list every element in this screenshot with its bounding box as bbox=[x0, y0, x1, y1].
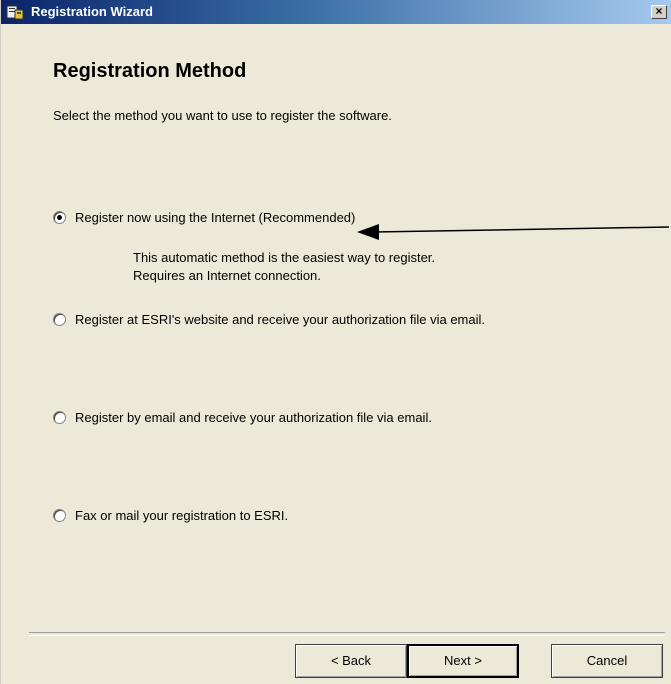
radio-selected-dot bbox=[57, 215, 62, 220]
annotation-arrow bbox=[357, 224, 670, 240]
option-label-register-website[interactable]: Register at ESRI's website and receive y… bbox=[75, 312, 485, 327]
page-heading: Registration Method bbox=[53, 60, 247, 82]
radio-register-internet[interactable] bbox=[53, 211, 66, 224]
radio-fax-mail[interactable] bbox=[53, 509, 66, 522]
title-bar[interactable]: Registration Wizard × bbox=[1, 0, 671, 24]
option-description-line-2: Requires an Internet connection. bbox=[133, 268, 321, 283]
close-button[interactable]: × bbox=[651, 5, 667, 19]
close-icon: × bbox=[655, 4, 663, 18]
next-button[interactable]: Next > bbox=[407, 644, 519, 678]
annotation-arrow-head bbox=[357, 224, 379, 240]
option-label-fax-mail[interactable]: Fax or mail your registration to ESRI. bbox=[75, 508, 288, 523]
annotation-arrow-line bbox=[372, 226, 670, 233]
option-label-register-internet[interactable]: Register now using the Internet (Recomme… bbox=[75, 210, 355, 225]
option-label-register-email[interactable]: Register by email and receive your autho… bbox=[75, 410, 432, 425]
registration-wizard-icon bbox=[6, 5, 24, 20]
back-button[interactable]: < Back bbox=[295, 644, 407, 678]
window-title: Registration Wizard bbox=[31, 4, 153, 19]
button-separator bbox=[29, 632, 665, 636]
radio-register-website[interactable] bbox=[53, 313, 66, 326]
option-description-line-1: This automatic method is the easiest way… bbox=[133, 250, 436, 265]
radio-register-email[interactable] bbox=[53, 411, 66, 424]
registration-wizard-window: Registration Wizard × Registration Metho… bbox=[0, 0, 671, 684]
instruction-text: Select the method you want to use to reg… bbox=[53, 108, 392, 123]
cancel-button[interactable]: Cancel bbox=[551, 644, 663, 678]
